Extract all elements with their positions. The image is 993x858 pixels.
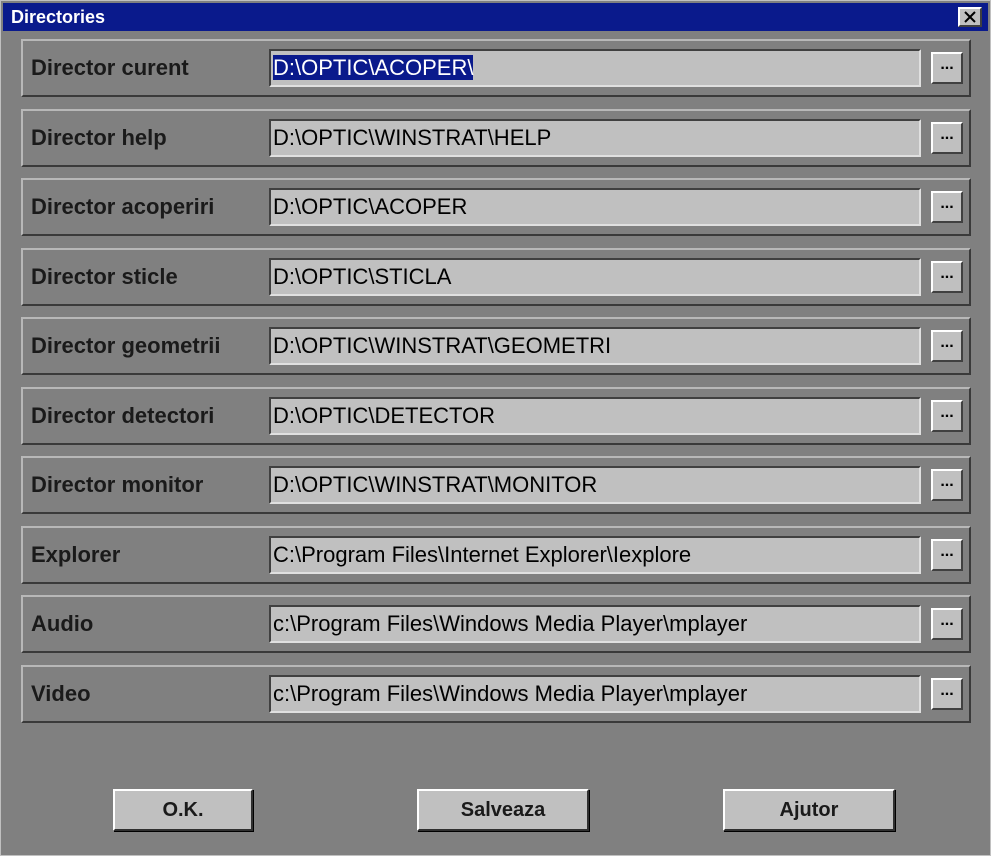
browse-button[interactable]: ... — [931, 121, 963, 154]
browse-button[interactable]: ... — [931, 469, 963, 501]
row-label: Director monitor — [31, 472, 204, 497]
directory-row: Audio c:\Program Files\Windows Media Play… — [21, 595, 971, 653]
path-value: D:\OPTIC\WINSTRAT\MONITOR — [273, 472, 598, 497]
path-input[interactable]: D:\OPTIC\ACOPER — [269, 188, 921, 226]
row-label: Director curent — [31, 55, 189, 80]
browse-button[interactable]: ... — [931, 677, 963, 710]
directory-row: Director geometrii D:\OPTIC\WINSTRAT\GEOM… — [21, 317, 971, 375]
directory-row: Explorer C:\Program Files\Internet Explor… — [21, 525, 971, 584]
row-label: Explorer — [31, 541, 121, 567]
path-value: D:\OPTIC\ACOPER\ — [273, 55, 474, 80]
row-label: Video — [31, 680, 91, 706]
browse-button[interactable]: ... — [931, 191, 963, 223]
path-input[interactable]: c:\Program Files\Windows Media Player\mp… — [269, 674, 921, 713]
path-input[interactable]: D:\OPTIC\STICLA — [269, 257, 921, 296]
directory-row: Director sticle D:\OPTIC\STICLA... — [21, 247, 971, 306]
row-label: Director sticle — [31, 263, 178, 289]
path-input[interactable]: D:\OPTIC\WINSTRAT\HELP — [269, 118, 921, 157]
path-value: D:\OPTIC\ACOPER — [273, 194, 468, 219]
directory-row: Director help D:\OPTIC\WINSTRAT\HELP... — [21, 108, 971, 167]
directory-row: Director detectori D:\OPTIC\DETECTOR... — [21, 386, 971, 445]
path-value: C:\Program Files\Internet Explorer\Iexpl… — [273, 541, 692, 567]
window-title: Directories — [11, 7, 106, 27]
browse-button[interactable]: ... — [931, 608, 963, 640]
path-input[interactable]: C:\Program Files\Internet Explorer\Iexpl… — [269, 535, 921, 574]
directory-row: Director acoperiri D:\OPTIC\ACOPER... — [21, 178, 971, 236]
directories-dialog: Directories Director curent D:\OPTIC\ACOP… — [0, 0, 991, 856]
browse-button[interactable]: ... — [931, 260, 963, 293]
path-value: c:\Program Files\Windows Media Player\mp… — [273, 611, 748, 636]
browse-button[interactable]: ... — [931, 330, 963, 362]
help-button[interactable]: Ajutor — [723, 789, 895, 831]
browse-button[interactable]: ... — [931, 538, 963, 571]
path-value: D:\OPTIC\STICLA — [273, 263, 452, 289]
path-value: D:\OPTIC\WINSTRAT\HELP — [273, 124, 552, 150]
path-value: D:\OPTIC\WINSTRAT\GEOMETRI — [273, 333, 612, 358]
row-label: Director geometrii — [31, 333, 221, 358]
row-label: Director acoperiri — [31, 194, 215, 219]
path-input[interactable]: D:\OPTIC\WINSTRAT\GEOMETRI — [269, 327, 921, 365]
row-label: Director detectori — [31, 402, 215, 428]
close-button[interactable] — [958, 7, 982, 27]
directory-row: Director curent D:\OPTIC\ACOPER\... — [21, 39, 971, 97]
path-input[interactable]: D:\OPTIC\DETECTOR — [269, 396, 921, 435]
directory-row: Director monitor D:\OPTIC\WINSTRAT\MONITO… — [21, 456, 971, 514]
browse-button[interactable]: ... — [931, 52, 963, 84]
directory-row: Video c:\Program Files\Windows Media Play… — [21, 664, 971, 723]
path-input[interactable]: D:\OPTIC\ACOPER\ — [269, 49, 921, 87]
close-icon — [964, 11, 976, 23]
directory-rows: Director curent D:\OPTIC\ACOPER\... Direct… — [21, 39, 971, 734]
path-input[interactable]: D:\OPTIC\WINSTRAT\MONITOR — [269, 466, 921, 504]
path-value: c:\Program Files\Windows Media Player\mp… — [273, 680, 748, 706]
row-label: Audio — [31, 611, 94, 636]
row-label: Director help — [31, 124, 167, 150]
ok-button[interactable]: O.K. — [113, 789, 253, 831]
browse-button[interactable]: ... — [931, 399, 963, 432]
title-bar[interactable]: Directories — [3, 3, 988, 31]
path-value: D:\OPTIC\DETECTOR — [273, 402, 496, 428]
path-input[interactable]: c:\Program Files\Windows Media Player\mp… — [269, 605, 921, 643]
save-button[interactable]: Salveaza — [417, 789, 589, 831]
